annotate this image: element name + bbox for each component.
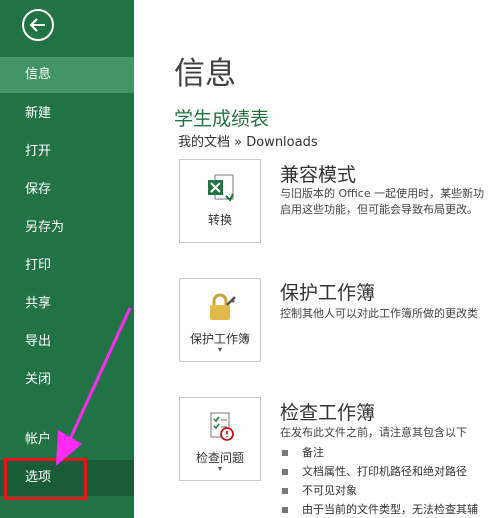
page-title: 信息 xyxy=(174,56,236,92)
check-issues-button[interactable]: 检查问题 ▾ xyxy=(179,397,261,481)
highlight-box xyxy=(4,458,87,500)
sidebar-item-account[interactable]: 帐户 xyxy=(0,422,134,458)
convert-button[interactable]: 转换 xyxy=(179,159,261,243)
sidebar-item-print[interactable]: 打印 xyxy=(0,248,134,284)
excel-convert-icon xyxy=(208,174,234,202)
compat-mode-desc-line1: 与旧版本的 Office 一起使用时，某些新功 xyxy=(280,187,485,200)
chevron-down-icon: ▾ xyxy=(217,345,222,354)
sidebar-item-open[interactable]: 打开 xyxy=(0,134,134,170)
list-item: 不可见对象 xyxy=(280,481,478,500)
chevron-down-icon: ▾ xyxy=(217,464,222,473)
lock-key-icon xyxy=(210,293,236,320)
inspect-workbook-desc: 在发布此文件之前，请注意其包含以下 xyxy=(280,426,467,439)
document-path: 我的文档 » Downloads xyxy=(178,135,318,150)
back-arrow-icon[interactable] xyxy=(22,9,54,41)
sidebar-item-save-as[interactable]: 另存为 xyxy=(0,210,134,246)
backstage-sidebar: 信息 新建 打开 保存 另存为 打印 共享 导出 关闭 帐户 选项 xyxy=(0,0,134,518)
compat-mode-title: 兼容模式 xyxy=(280,164,357,186)
list-item: 文档属性、打印机路径和绝对路径 xyxy=(280,462,478,481)
sidebar-item-export[interactable]: 导出 xyxy=(0,324,134,360)
sidebar-item-info[interactable]: 信息 xyxy=(0,57,134,93)
sidebar-item-share[interactable]: 共享 xyxy=(0,286,134,322)
list-item: 备注 xyxy=(280,443,478,462)
inspect-checklist-icon xyxy=(210,412,234,441)
inspect-items-list: 备注 文档属性、打印机路径和绝对路径 不可见对象 由于当前的文件类型，无法检查其… xyxy=(280,443,478,518)
list-item: 由于当前的文件类型，无法检查其辅 xyxy=(280,500,478,518)
convert-button-label: 转换 xyxy=(207,213,232,227)
sidebar-item-new[interactable]: 新建 xyxy=(0,96,134,132)
sidebar-item-close[interactable]: 关闭 xyxy=(0,362,134,398)
inspect-workbook-title: 检查工作簿 xyxy=(280,402,376,424)
protect-workbook-title: 保护工作簿 xyxy=(280,282,376,304)
sidebar-item-save[interactable]: 保存 xyxy=(0,172,134,208)
compat-mode-desc-line2: 启用这些功能，但可能会导致布局更改。 xyxy=(280,203,478,216)
document-title: 学生成绩表 xyxy=(174,108,270,130)
protect-workbook-button[interactable]: 保护工作簿 ▾ xyxy=(179,278,261,362)
protect-workbook-desc: 控制其他人可以对此工作簿所做的更改类 xyxy=(280,307,478,320)
info-panel: 信息 学生成绩表 我的文档 » Downloads 转换 兼容模式 与旧版本的 … xyxy=(134,0,500,518)
